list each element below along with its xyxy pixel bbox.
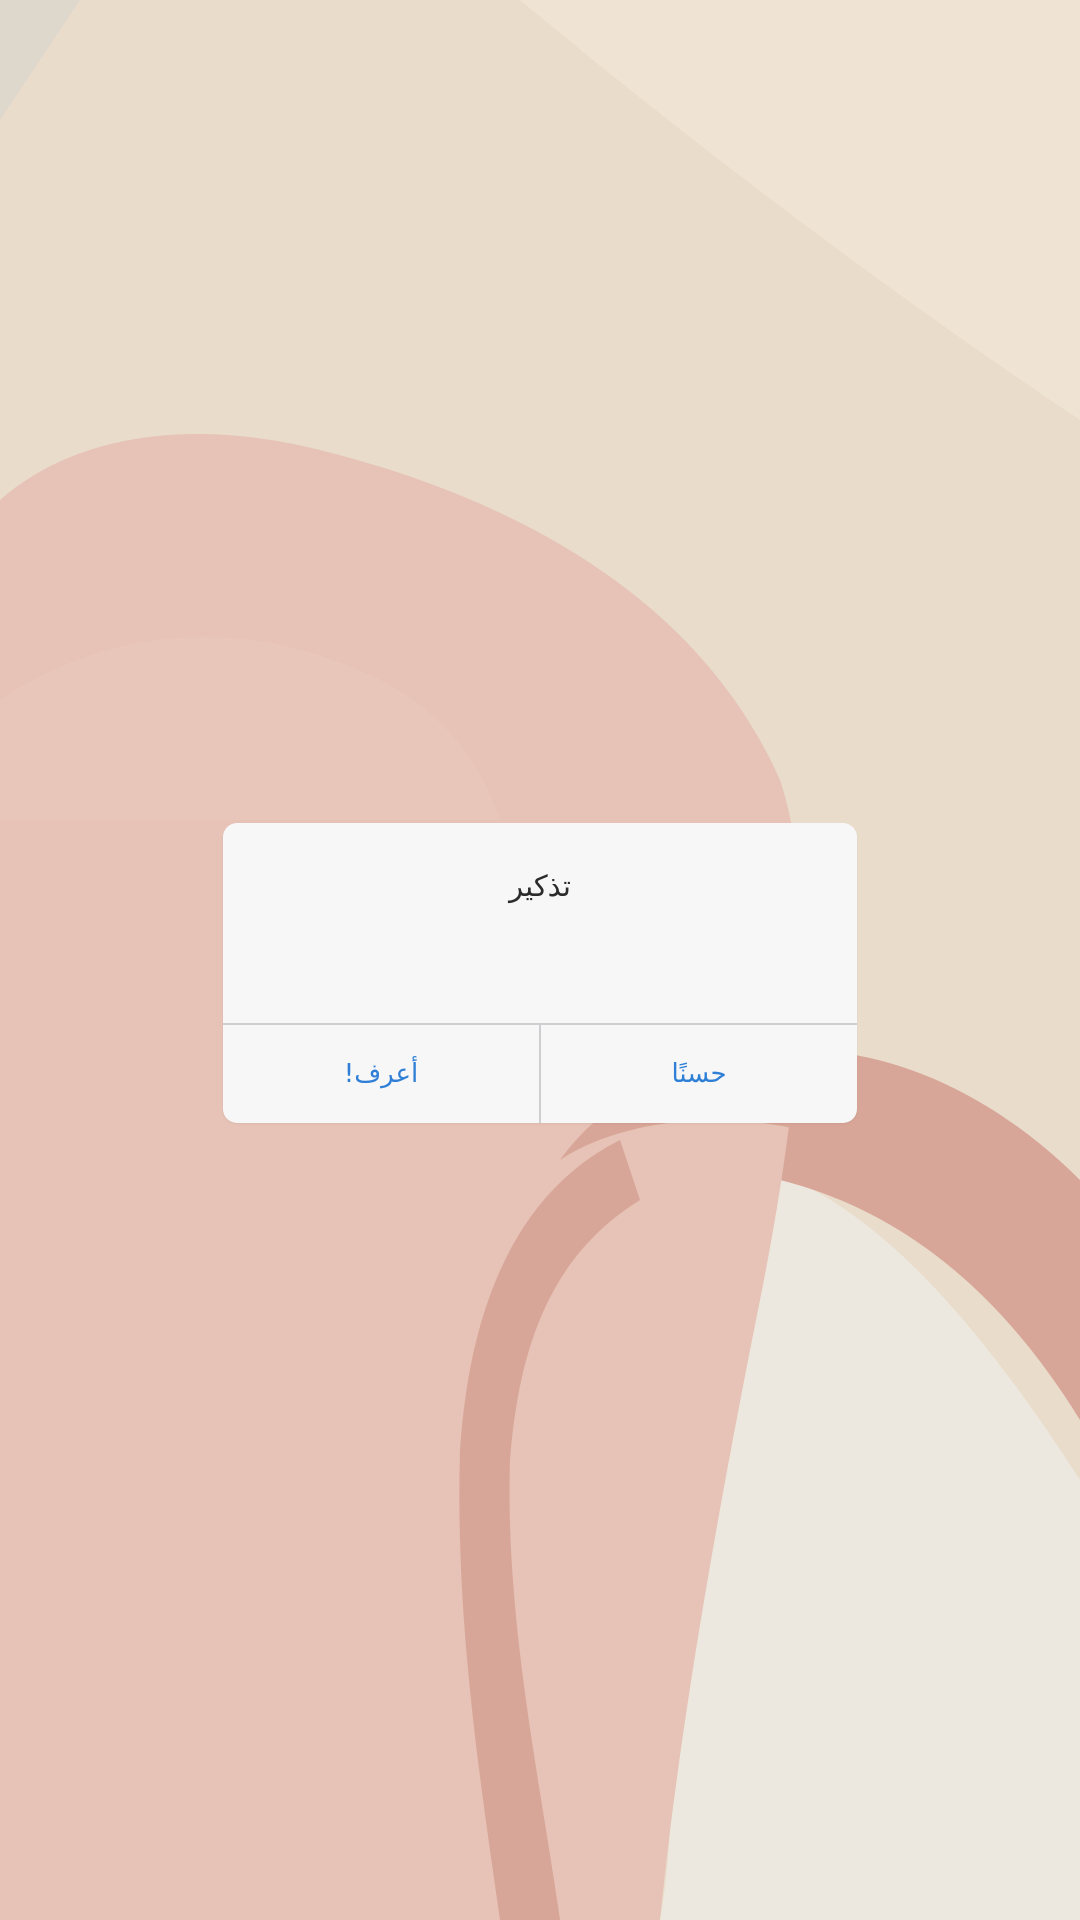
reminder-dialog: تذكير أعرف! حسنًا <box>223 823 857 1123</box>
know-button[interactable]: أعرف! <box>223 1025 539 1123</box>
dialog-title: تذكير <box>509 869 571 903</box>
ok-button[interactable]: حسنًا <box>541 1025 857 1123</box>
screen: تذكير أعرف! حسنًا <box>0 0 1080 1920</box>
